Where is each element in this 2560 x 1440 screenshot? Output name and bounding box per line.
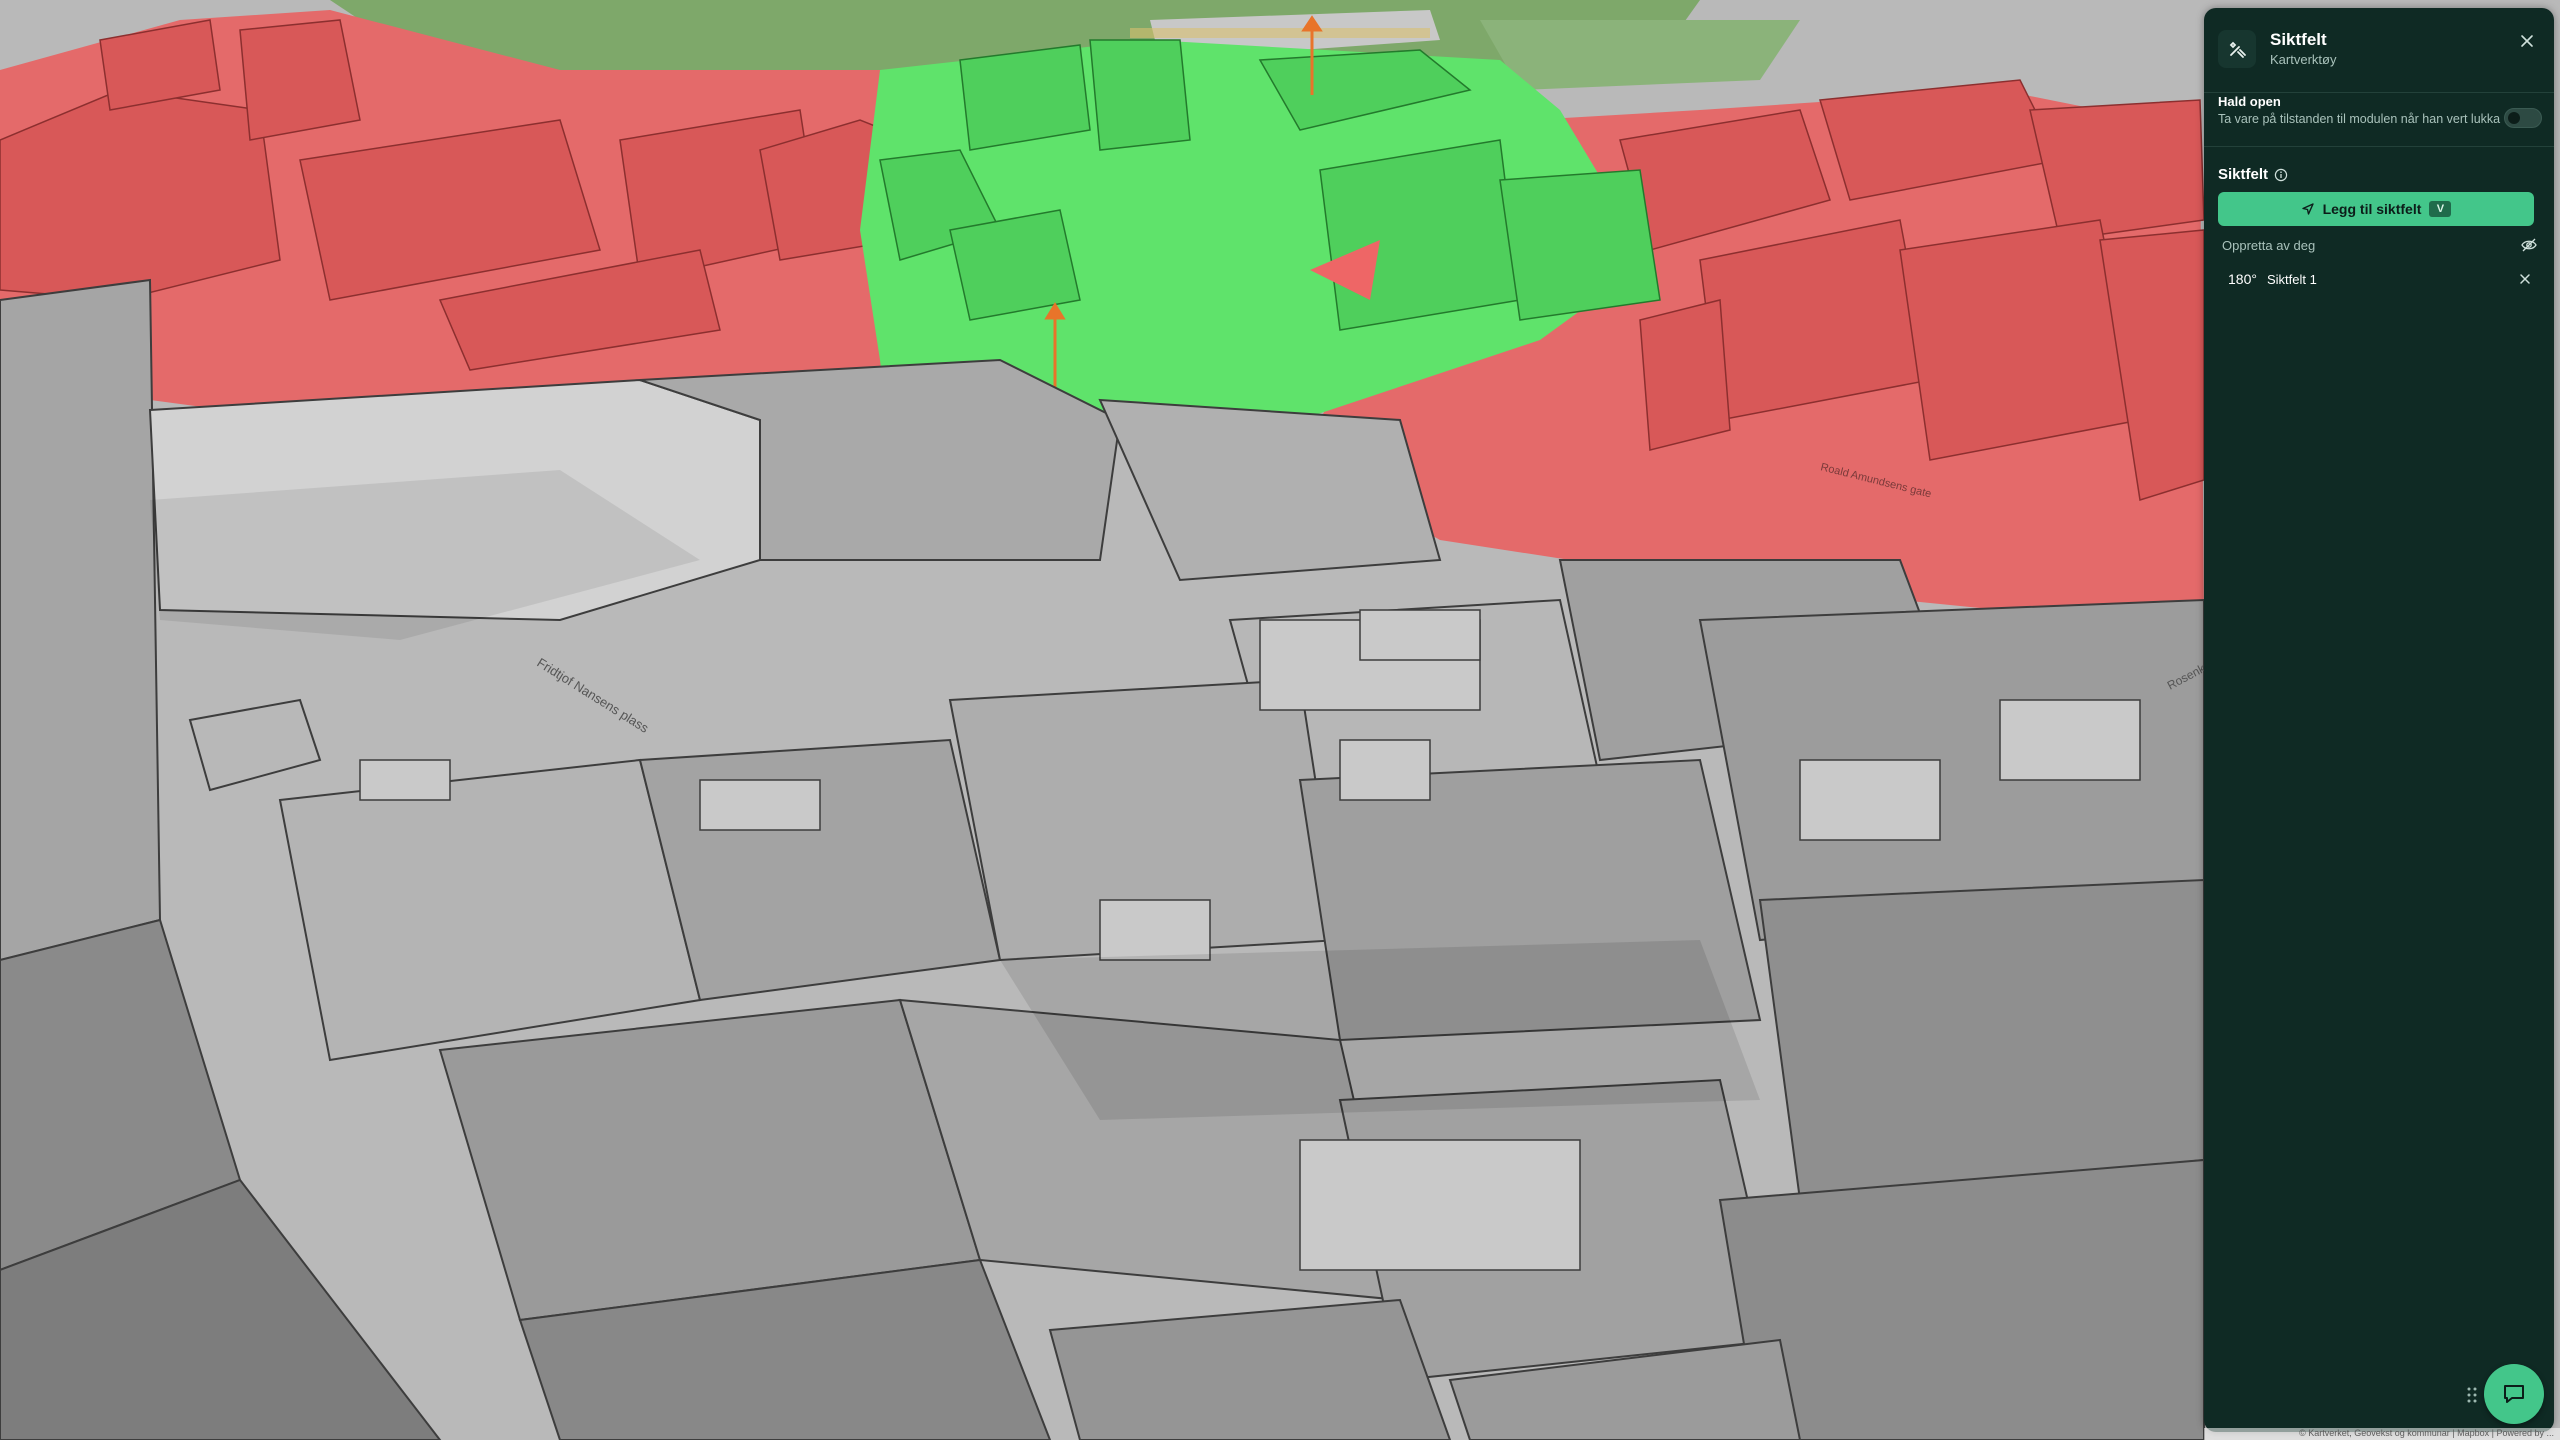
viewshed-panel: Siktfelt Kartverktøy Hald open Ta vare p… [2204, 8, 2554, 1432]
info-icon[interactable] [2274, 168, 2288, 182]
keep-open-description: Ta vare på tilstanden til modulen når ha… [2218, 112, 2501, 126]
panel-subtitle: Kartverktøy [2270, 52, 2337, 67]
drag-handle-icon[interactable] [2466, 1386, 2478, 1404]
map-attribution[interactable]: © Kartverket, Geovekst og kommunar | Map… [2204, 1428, 2560, 1440]
viewshed-angle: 180° [2228, 271, 2257, 287]
add-viewshed-button[interactable]: Legg til siktfelt V [2218, 192, 2534, 226]
panel-title: Siktfelt [2270, 30, 2327, 49]
add-viewshed-label: Legg til siktfelt [2322, 201, 2422, 217]
map-3d-view[interactable]: Fridtjof Nansens plass Roald Amundsens g… [0, 0, 2560, 1440]
header-divider [2204, 92, 2554, 93]
close-panel-button[interactable] [2514, 28, 2540, 54]
viewshed-name: Siktfelt 1 [2266, 271, 2317, 287]
section-title-label: Siktfelt [2218, 166, 2269, 183]
keep-open-divider [2204, 146, 2554, 147]
send-icon [2301, 203, 2314, 215]
created-by-label: Oppretta av deg [2222, 238, 2316, 253]
chat-icon [2504, 1385, 2524, 1403]
remove-viewshed-button[interactable] [2516, 270, 2534, 288]
section-title: Siktfelt [2218, 166, 2288, 183]
close-icon [2520, 274, 2530, 284]
toggle-knob [2508, 112, 2520, 124]
keep-open-toggle[interactable] [2504, 108, 2542, 128]
close-icon [2521, 35, 2533, 47]
map-tool-icon [2218, 30, 2256, 68]
keep-open-label: Hald open [2218, 94, 2281, 109]
viewshed-list-item[interactable]: 180° Siktfelt 1 [2214, 266, 2544, 292]
shortcut-badge: V [2429, 201, 2452, 217]
hide-all-button[interactable] [2520, 236, 2538, 254]
eye-off-icon [2521, 238, 2537, 252]
chat-button[interactable] [2484, 1364, 2544, 1424]
